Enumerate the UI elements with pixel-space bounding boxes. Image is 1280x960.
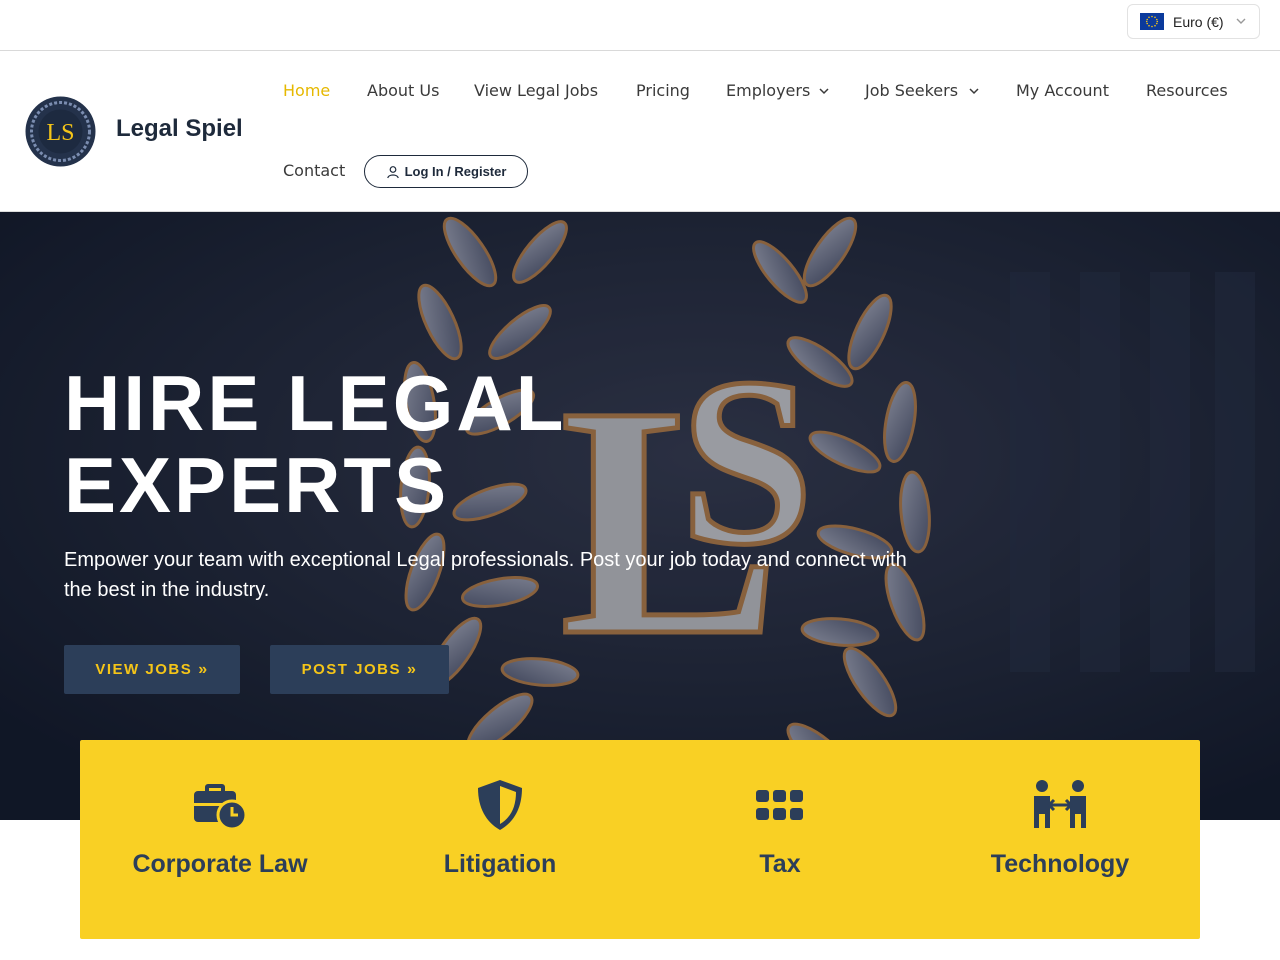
category-tax[interactable]: Tax <box>640 740 920 939</box>
post-jobs-label: POST JOBS <box>301 661 401 678</box>
view-jobs-label: VIEW JOBS <box>95 661 193 678</box>
view-jobs-button[interactable]: VIEW JOBS » <box>64 645 240 694</box>
people-exchange-icon <box>1034 780 1086 828</box>
hero-title-line2: EXPERTS <box>64 441 450 529</box>
category-corporate-law[interactable]: Corporate Law <box>80 740 360 939</box>
chevron-down-icon[interactable] <box>968 85 980 97</box>
site-header: LS Legal Spiel Home About Us View Legal … <box>0 51 1280 212</box>
nav-employers[interactable]: Employers <box>726 81 810 100</box>
double-chevron-right-icon: » <box>198 660 209 678</box>
currency-selector[interactable]: Euro (€) <box>1127 4 1260 39</box>
top-bar: Euro (€) <box>0 0 1280 51</box>
briefcase-clock-icon <box>194 784 248 830</box>
login-register-label: Log In / Register <box>404 164 507 179</box>
shield-icon <box>478 780 522 830</box>
category-litigation[interactable]: Litigation <box>360 740 640 939</box>
category-technology[interactable]: Technology <box>920 740 1200 939</box>
double-chevron-right-icon: » <box>406 660 418 678</box>
category-label: Corporate Law <box>132 850 308 878</box>
logo-text: LS <box>46 120 74 146</box>
category-label: Technology <box>990 850 1130 878</box>
eu-flag-icon <box>1140 13 1164 30</box>
nav-about-us[interactable]: About Us <box>367 81 439 100</box>
hero-section: L S HIRE LEGAL EXPERTS Empower your team… <box>0 212 1280 820</box>
hero-title: HIRE LEGAL EXPERTS <box>64 362 566 526</box>
nav-view-legal-jobs[interactable]: View Legal Jobs <box>474 81 598 100</box>
nav-my-account[interactable]: My Account <box>1016 81 1109 100</box>
nav-resources[interactable]: Resources <box>1146 81 1228 100</box>
category-panel: Corporate Law Litigation Tax Technology <box>80 740 1200 939</box>
nav-job-seekers[interactable]: Job Seekers <box>865 81 958 100</box>
category-label: Litigation <box>443 850 557 878</box>
chevron-down-icon <box>1236 18 1246 24</box>
nav-home[interactable]: Home <box>283 81 330 100</box>
chevron-down-icon[interactable] <box>818 85 830 97</box>
hero-subtitle: Empower your team with exceptional Legal… <box>64 549 907 601</box>
nav-pricing[interactable]: Pricing <box>636 81 690 100</box>
post-jobs-button[interactable]: POST JOBS » <box>270 645 449 694</box>
hero-title-line1: HIRE LEGAL <box>64 359 567 447</box>
nav-contact[interactable]: Contact <box>283 161 345 180</box>
logo[interactable]: LS <box>25 96 96 167</box>
currency-label: Euro (€) <box>1173 13 1224 30</box>
site-title[interactable]: Legal Spiel <box>116 115 243 143</box>
category-label: Tax <box>759 850 801 878</box>
grid-icon <box>756 790 803 820</box>
user-icon <box>386 165 399 178</box>
login-register-button[interactable]: Log In / Register <box>364 155 528 188</box>
